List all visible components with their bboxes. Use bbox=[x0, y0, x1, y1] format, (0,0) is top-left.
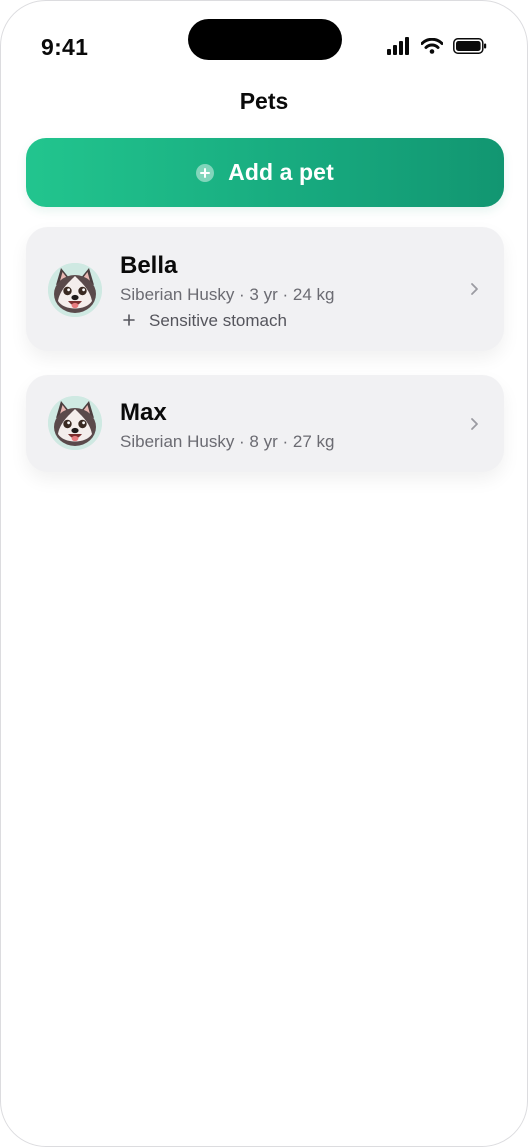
pet-card-bella[interactable]: Bella Siberian Husky · 3 yr · 24 kg Sens… bbox=[26, 227, 504, 351]
chevron-right-icon bbox=[471, 283, 478, 295]
pet-card-max[interactable]: Max Siberian Husky · 8 yr · 27 kg bbox=[26, 375, 504, 472]
pet-meta: Siberian Husky · 3 yr · 24 kg bbox=[120, 285, 335, 304]
battery-icon bbox=[453, 38, 487, 54]
pet-name: Bella bbox=[120, 252, 178, 279]
pet-note: Sensitive stomach bbox=[120, 310, 334, 332]
status-bar: 9:41 bbox=[1, 1, 527, 71]
pet-info: Bella Siberian Husky · 3 yr · 24 kg Sens… bbox=[120, 252, 334, 332]
husky-avatar bbox=[48, 396, 102, 450]
cellular-signal-icon bbox=[387, 37, 409, 55]
pet-note-text: Sensitive stomach bbox=[149, 311, 287, 330]
chevron-right-icon bbox=[471, 418, 478, 430]
wifi-icon bbox=[421, 38, 443, 54]
add-pet-button[interactable]: Add a pet bbox=[26, 138, 504, 207]
husky-avatar bbox=[48, 263, 102, 317]
add-pet-label: Add a pet bbox=[228, 159, 334, 185]
plus-circle-icon bbox=[196, 163, 215, 182]
pet-meta: Siberian Husky · 8 yr · 27 kg bbox=[120, 432, 335, 451]
dynamic-island bbox=[188, 19, 342, 60]
page-title: Pets bbox=[239, 88, 289, 114]
phone-screen: 9:41 Pets Add a pet Bella Siberian Husky… bbox=[0, 0, 528, 1147]
pet-name: Max bbox=[120, 399, 167, 426]
status-time: 9:41 bbox=[41, 34, 89, 60]
status-icons bbox=[387, 37, 487, 55]
plus-icon bbox=[123, 310, 135, 332]
pet-info: Max Siberian Husky · 8 yr · 27 kg bbox=[120, 399, 334, 453]
